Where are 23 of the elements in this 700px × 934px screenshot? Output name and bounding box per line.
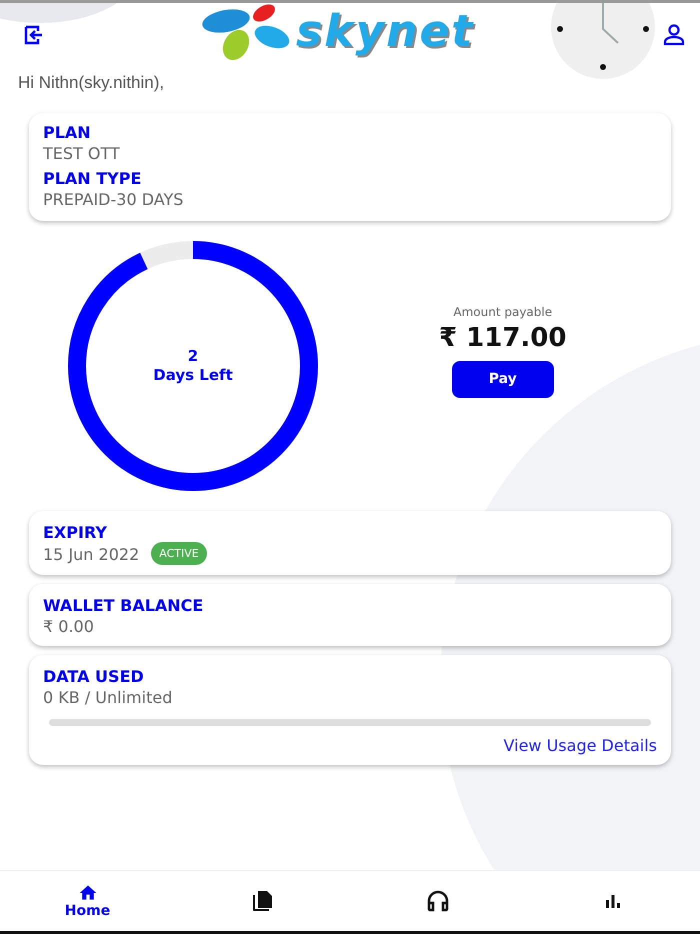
nav-tab[interactable]: Home xyxy=(0,871,175,931)
amount-text: ₹ 117.00 xyxy=(439,322,566,352)
pay-button[interactable]: Pay xyxy=(452,360,554,398)
field-value: 15 Jun 2022 xyxy=(43,545,140,564)
greeting-text: Hi Nithn(sky.nithin), xyxy=(17,72,166,94)
field-label: DATA USED xyxy=(43,667,145,686)
amount-label: Amount payable xyxy=(453,304,552,318)
status-badge: ACTIVE xyxy=(151,542,207,565)
field-value: PREPAID-30 DAYS xyxy=(43,190,184,209)
usage-details-link[interactable]: View Usage Details xyxy=(504,736,657,755)
logo-text: skynet xyxy=(296,6,474,56)
field-value: ₹ 0.00 xyxy=(43,617,95,636)
days-caption: Days Left xyxy=(153,366,233,385)
profile-icon[interactable] xyxy=(662,23,686,47)
headphones-icon xyxy=(426,889,450,913)
field-label: PLAN xyxy=(43,123,92,142)
days-count: 2 xyxy=(188,347,198,366)
field-value: 0 KB / Unlimited xyxy=(43,688,174,707)
field-label: PLAN TYPE xyxy=(43,169,142,188)
documents-icon xyxy=(250,889,274,913)
field-label: WALLET BALANCE xyxy=(43,596,204,615)
field-value: TEST OTT xyxy=(43,144,121,163)
field-label: EXPIRY xyxy=(43,523,108,542)
